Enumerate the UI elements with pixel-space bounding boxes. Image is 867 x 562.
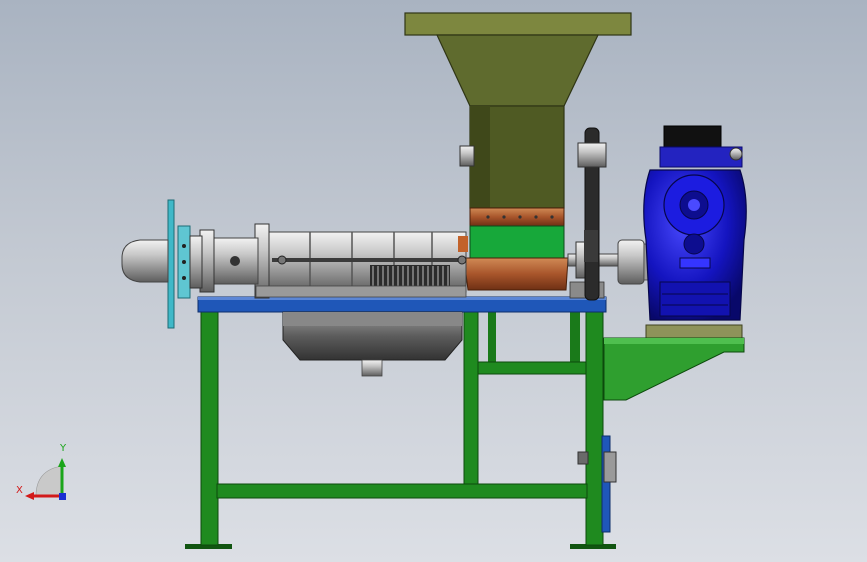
motor-mount-plate — [645, 324, 743, 340]
strainer-slots — [370, 265, 450, 289]
end-cap — [121, 239, 169, 283]
feed-throat-housing — [469, 225, 565, 261]
screw-housing — [463, 257, 569, 291]
press-barrel — [254, 223, 468, 299]
triad-gray-wedge — [35, 465, 63, 497]
cad-viewport[interactable]: Y X — [0, 0, 867, 562]
discharge-chute — [603, 337, 745, 401]
lower-crossbar — [216, 483, 588, 499]
drain-pipe — [361, 359, 383, 377]
z-axis-marker — [59, 493, 66, 500]
center-leg — [463, 311, 479, 485]
right-leg — [585, 299, 604, 546]
discharge-cone — [199, 229, 259, 293]
adjustment-handwheel[interactable] — [167, 199, 203, 329]
x-axis-label: X — [16, 485, 23, 496]
hopper-rim — [404, 12, 632, 36]
machine-drawing — [25, 12, 747, 549]
y-axis-label: Y — [60, 443, 67, 454]
left-leg — [200, 299, 219, 546]
collection-tray — [282, 311, 463, 377]
mid-crossbar — [477, 361, 587, 375]
coordinate-triad — [25, 458, 66, 500]
motor-gearbox — [643, 125, 747, 340]
feed-collar — [469, 207, 565, 227]
